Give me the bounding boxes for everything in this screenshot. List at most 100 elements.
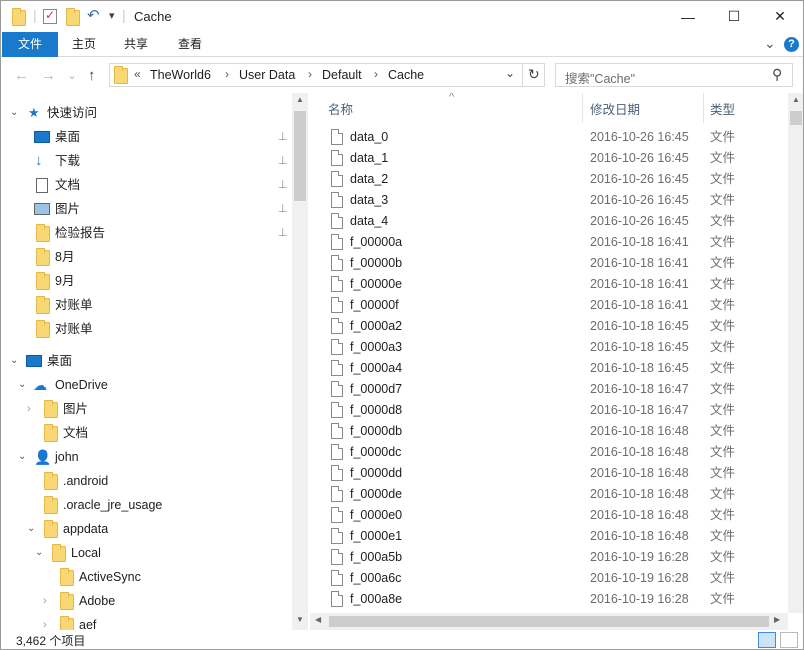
nav-local[interactable]: ⌄ Local	[1, 542, 291, 564]
file-row[interactable]: f_0000dc 2016-10-18 16:48 文件	[327, 442, 787, 463]
nav-pane-scroll-thumb[interactable]	[294, 111, 306, 201]
large-icons-view-button[interactable]	[780, 632, 798, 648]
file-row[interactable]: f_000a5b 2016-10-19 16:28 文件	[327, 547, 787, 568]
file-name[interactable]: f_000a8e	[350, 589, 402, 610]
file-name[interactable]: f_0000e1	[350, 526, 402, 547]
customize-toolbar-dropdown[interactable]: ▾	[109, 9, 115, 22]
file-name[interactable]: f_0000a3	[350, 337, 402, 358]
details-view-button[interactable]	[758, 632, 776, 648]
file-name[interactable]: f_00000e	[350, 274, 402, 295]
refresh-button[interactable]: ↻	[528, 66, 540, 83]
horizontal-scroll-thumb[interactable]	[329, 616, 769, 627]
file-name[interactable]: f_0000dd	[350, 463, 402, 484]
file-row[interactable]: data_2 2016-10-26 16:45 文件	[327, 169, 787, 190]
nav-item-statement-2[interactable]: 对账单	[1, 318, 291, 340]
pin-icon[interactable]: ⊥	[278, 150, 288, 172]
address-dropdown-button[interactable]: ⌄	[505, 66, 515, 80]
pin-icon[interactable]: ⊥	[278, 174, 288, 196]
breadcrumb-overflow[interactable]: «	[134, 67, 141, 81]
file-row[interactable]: f_0000d7 2016-10-18 16:47 文件	[327, 379, 787, 400]
breadcrumb-user-data[interactable]: User Data	[239, 68, 295, 82]
nav-item-downloads[interactable]: ↓ 下载 ⊥	[1, 150, 291, 172]
nav-user-john[interactable]: ⌄ 👤 john	[1, 446, 291, 468]
nav-item-pictures[interactable]: 图片 ⊥	[1, 198, 291, 220]
back-button[interactable]: ←	[14, 67, 29, 84]
pin-icon[interactable]: ⊥	[278, 198, 288, 220]
file-row[interactable]: data_1 2016-10-26 16:45 文件	[327, 148, 787, 169]
file-row[interactable]: f_0000a4 2016-10-18 16:45 文件	[327, 358, 787, 379]
nav-item-september[interactable]: 9月	[1, 270, 291, 292]
file-list-scroll-thumb[interactable]	[790, 111, 802, 125]
file-row[interactable]: f_000a6c 2016-10-19 16:28 文件	[327, 568, 787, 589]
file-name[interactable]: f_00000b	[350, 253, 402, 274]
column-header-type[interactable]: 类型	[710, 99, 735, 118]
breadcrumb-separator[interactable]: ›	[225, 67, 229, 81]
file-row[interactable]: f_00000a 2016-10-18 16:41 文件	[327, 232, 787, 253]
nav-oracle-jre-usage[interactable]: .oracle_jre_usage	[1, 494, 291, 516]
pin-icon[interactable]: ⊥	[278, 126, 288, 148]
file-name[interactable]: f_000a6c	[350, 568, 401, 589]
column-header-modified[interactable]: 修改日期	[590, 99, 640, 118]
file-name[interactable]: f_0000a4	[350, 358, 402, 379]
file-row[interactable]: f_0000de 2016-10-18 16:48 文件	[327, 484, 787, 505]
file-name[interactable]: f_000a5b	[350, 547, 402, 568]
file-row[interactable]: f_0000d8 2016-10-18 16:47 文件	[327, 400, 787, 421]
recent-locations-button[interactable]: ⌄	[67, 68, 77, 82]
file-row[interactable]: f_00000e 2016-10-18 16:41 文件	[327, 274, 787, 295]
file-name[interactable]: f_0000dc	[350, 442, 401, 463]
file-name[interactable]: f_00000f	[350, 295, 399, 316]
nav-aef[interactable]: › aef	[1, 614, 291, 630]
nav-item-statement-1[interactable]: 对账单	[1, 294, 291, 316]
file-name[interactable]: data_2	[350, 169, 388, 190]
breadcrumb-separator[interactable]: ›	[308, 67, 312, 81]
file-row[interactable]: f_0000dd 2016-10-18 16:48 文件	[327, 463, 787, 484]
nav-android[interactable]: .android	[1, 470, 291, 492]
minimize-button[interactable]: —	[665, 1, 711, 32]
file-name[interactable]: f_0000d7	[350, 379, 402, 400]
forward-button[interactable]: →	[41, 67, 56, 84]
file-row[interactable]: f_0000a2 2016-10-18 16:45 文件	[327, 316, 787, 337]
file-name[interactable]: f_00000a	[350, 232, 402, 253]
tab-share[interactable]: 共享	[115, 32, 157, 57]
undo-icon[interactable]: ↶	[87, 6, 100, 24]
nav-onedrive-documents[interactable]: 文档	[1, 422, 291, 444]
file-name[interactable]: f_0000de	[350, 484, 402, 505]
breadcrumb-theworld6[interactable]: TheWorld6	[150, 68, 211, 82]
search-placeholder[interactable]: 搜索"Cache"	[565, 68, 635, 87]
properties-icon[interactable]: ✓	[43, 8, 57, 24]
nav-activesync[interactable]: ActiveSync	[1, 566, 291, 588]
pin-icon[interactable]: ⊥	[278, 222, 288, 244]
breadcrumb-default[interactable]: Default	[322, 68, 362, 82]
file-row[interactable]: f_0000e0 2016-10-18 16:48 文件	[327, 505, 787, 526]
breadcrumb-cache[interactable]: Cache	[388, 68, 424, 82]
file-row[interactable]: f_0000a3 2016-10-18 16:45 文件	[327, 337, 787, 358]
file-name[interactable]: data_4	[350, 211, 388, 232]
file-list-scrollbar[interactable]: ▲	[788, 93, 803, 613]
maximize-button[interactable]: ☐	[711, 1, 757, 32]
nav-onedrive[interactable]: ⌄ ☁ OneDrive	[1, 374, 291, 396]
nav-item-desktop-pinned[interactable]: 桌面 ⊥	[1, 126, 291, 148]
file-row[interactable]: data_3 2016-10-26 16:45 文件	[327, 190, 787, 211]
file-row[interactable]: f_0000e1 2016-10-18 16:48 文件	[327, 526, 787, 547]
tab-home[interactable]: 主页	[63, 32, 105, 57]
file-name[interactable]: data_3	[350, 190, 388, 211]
tab-view[interactable]: 查看	[169, 32, 211, 57]
file-row[interactable]: f_00000b 2016-10-18 16:41 文件	[327, 253, 787, 274]
file-name[interactable]: data_1	[350, 148, 388, 169]
file-name[interactable]: data_0	[350, 127, 388, 148]
file-row[interactable]: f_000a8e 2016-10-19 16:28 文件	[327, 589, 787, 610]
nav-adobe[interactable]: › Adobe	[1, 590, 291, 612]
nav-onedrive-pictures[interactable]: › 图片	[1, 398, 291, 420]
nav-item-documents[interactable]: 文档 ⊥	[1, 174, 291, 196]
nav-item-inspection-report[interactable]: 检验报告 ⊥	[1, 222, 291, 244]
nav-quick-access[interactable]: ⌄ ★ 快速访问	[1, 102, 291, 124]
file-row[interactable]: f_00000f 2016-10-18 16:41 文件	[327, 295, 787, 316]
file-row[interactable]: data_0 2016-10-26 16:45 文件	[327, 127, 787, 148]
column-header-name[interactable]: 名称	[328, 99, 353, 118]
file-name[interactable]: f_0000e0	[350, 505, 402, 526]
nav-item-august[interactable]: 8月	[1, 246, 291, 268]
file-row[interactable]: data_4 2016-10-26 16:45 文件	[327, 211, 787, 232]
tab-file[interactable]: 文件	[2, 32, 58, 57]
up-button[interactable]: ↑	[88, 67, 96, 84]
breadcrumb-separator[interactable]: ›	[374, 67, 378, 81]
